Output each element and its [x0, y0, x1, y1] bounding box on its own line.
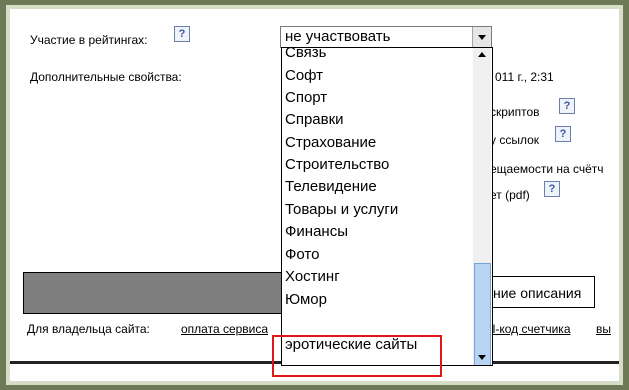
code-link[interactable]: il-код счетчика: [490, 322, 571, 336]
links-text: у ссылок: [490, 133, 540, 147]
help-icon[interactable]: ?: [544, 181, 560, 197]
grey-bar: [23, 272, 285, 314]
rating-dropdown-list[interactable]: Связь Софт Спорт Справки Страхование Стр…: [281, 47, 493, 366]
rating-select-value: не участвовать: [285, 28, 391, 45]
dropdown-item[interactable]: Страхование: [285, 132, 376, 154]
dropdown-item[interactable]: Строительство: [285, 154, 389, 176]
window-frame: Участие в рейтингах: ? не участвовать До…: [6, 5, 623, 385]
help-icon[interactable]: ?: [174, 26, 190, 42]
description-box[interactable]: ние описания: [490, 276, 595, 308]
help-icon[interactable]: ?: [555, 126, 571, 142]
dropdown-scrollbar[interactable]: [473, 48, 491, 365]
page-content: Участие в рейтингах: ? не участвовать До…: [10, 9, 619, 381]
payment-link[interactable]: оплата сервиса: [181, 322, 268, 336]
created-date-text: 011 г., 2:31: [495, 70, 554, 84]
scroll-down-icon[interactable]: [478, 355, 486, 360]
code-link-text: il-код счетчика: [490, 322, 571, 336]
dropdown-item[interactable]: Товары и услуги: [285, 199, 398, 221]
visits-text: ещаемости на счётч: [490, 162, 604, 176]
more-link-text: вы: [596, 322, 611, 336]
dropdown-item[interactable]: Юмор: [285, 289, 327, 311]
dropdown-item[interactable]: Связь: [285, 48, 326, 64]
dropdown-item[interactable]: Справки: [285, 109, 344, 131]
dropdown-item[interactable]: Хостинг: [285, 266, 340, 288]
dropdown-item[interactable]: Спорт: [285, 87, 327, 109]
owner-label: Для владельца сайта:: [27, 322, 150, 336]
description-text: ние описания: [493, 285, 582, 301]
dropdown-item[interactable]: Фото: [285, 244, 319, 266]
payment-link-text: оплата сервиса: [181, 322, 269, 336]
dropdown-item[interactable]: Телевидение: [285, 176, 377, 198]
dropdown-item[interactable]: Финансы: [285, 221, 348, 243]
rating-label: Участие в рейтингах:: [30, 33, 148, 47]
highlight-box: [272, 335, 442, 377]
scroll-up-icon[interactable]: [478, 52, 486, 57]
scroll-thumb[interactable]: [474, 263, 491, 365]
scripts-text: скриптов: [490, 105, 540, 119]
chevron-down-icon[interactable]: [472, 27, 491, 47]
extra-props-label: Дополнительные свойства:: [30, 70, 182, 84]
dropdown-item[interactable]: Софт: [285, 65, 323, 87]
more-link[interactable]: вы: [596, 322, 611, 336]
rating-select[interactable]: не участвовать: [280, 26, 492, 48]
pdf-text: ет (pdf): [490, 188, 530, 202]
help-icon[interactable]: ?: [559, 98, 575, 114]
